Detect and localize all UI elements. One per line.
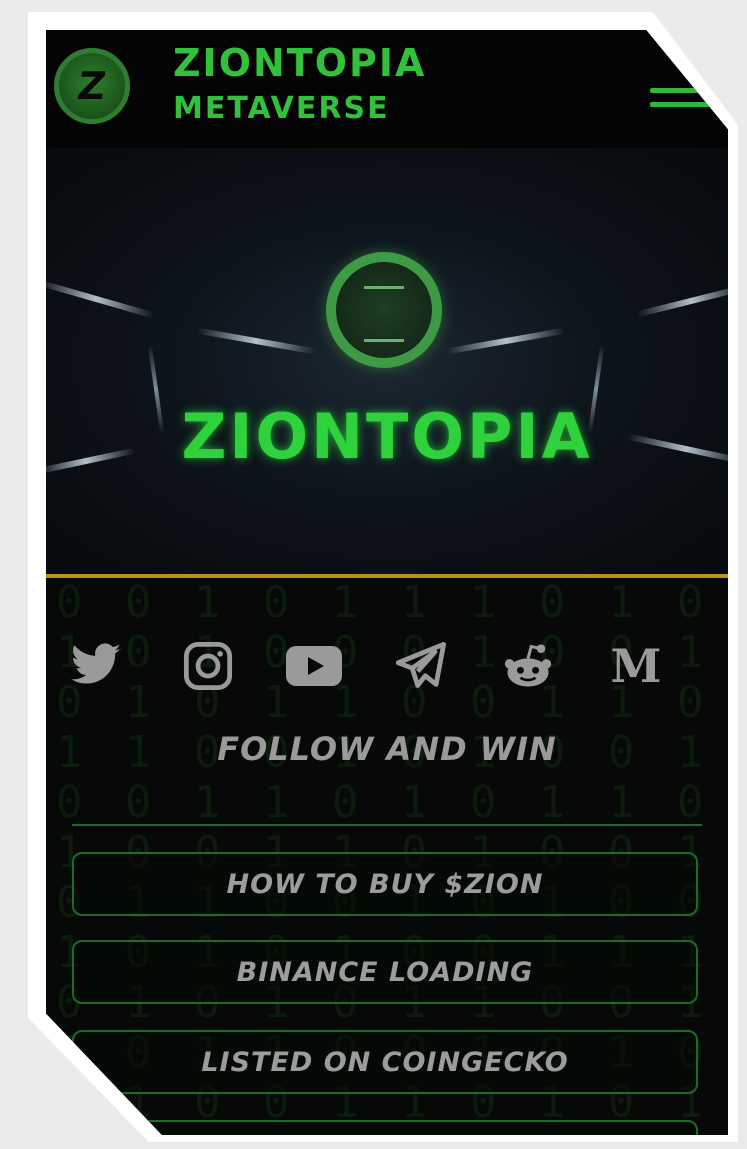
page-screen: Z ZIONTOPIA METAVERSE ZIONTOPIA 0 0 1 0 …	[46, 30, 728, 1135]
menu-line	[650, 102, 710, 107]
brand-logo[interactable]: Z	[54, 48, 130, 124]
links-section: 0 0 1 0 1 1 1 0 1 0 1 1 0 1 0 0 0 1 0 0 …	[46, 578, 728, 1135]
light-streak	[446, 327, 566, 355]
light-streak	[196, 327, 316, 355]
next-link-button[interactable]	[72, 1120, 698, 1135]
logo-letter: Z	[75, 64, 109, 108]
medium-icon[interactable]: M	[608, 638, 664, 694]
links-divider	[72, 824, 702, 826]
brand-title[interactable]: ZIONTOPIA	[173, 44, 426, 82]
youtube-icon[interactable]	[286, 638, 342, 694]
coingecko-button[interactable]: LISTED ON COINGECKO	[72, 1030, 698, 1094]
light-streak	[46, 279, 155, 319]
hero-emblem	[326, 252, 442, 368]
brand-subtitle[interactable]: METAVERSE	[173, 94, 390, 124]
hero-banner: ZIONTOPIA	[46, 148, 728, 574]
light-streak	[636, 284, 728, 318]
site-header: Z ZIONTOPIA METAVERSE	[46, 30, 728, 148]
follow-and-win-text: FOLLOW AND WIN	[217, 730, 557, 768]
twitter-icon[interactable]	[68, 638, 124, 694]
binance-loading-button[interactable]: BINANCE LOADING	[72, 940, 698, 1004]
how-to-buy-button[interactable]: HOW TO BUY $ZION	[72, 852, 698, 916]
social-links: M	[68, 638, 708, 698]
hero-title: ZIONTOPIA	[181, 400, 593, 473]
telegram-icon[interactable]	[394, 638, 450, 694]
reddit-icon[interactable]	[500, 638, 556, 694]
medium-glyph: M	[610, 639, 662, 693]
instagram-icon[interactable]	[180, 638, 236, 694]
